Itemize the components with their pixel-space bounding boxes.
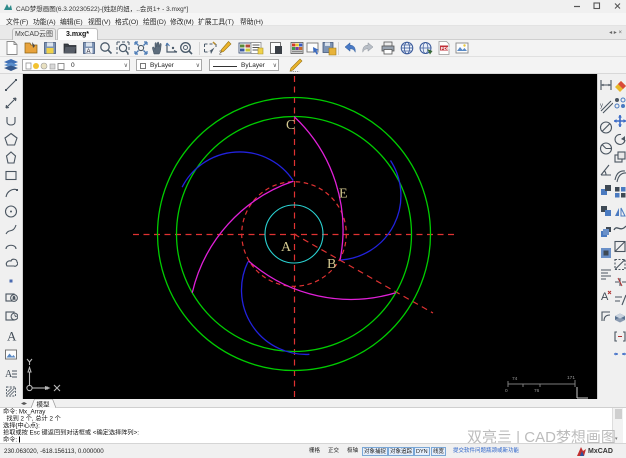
svg-text:A: A [87, 49, 91, 55]
svg-text:0: 0 [505, 388, 508, 394]
svg-text:PDF: PDF [441, 46, 450, 51]
svg-text:A: A [5, 369, 13, 380]
svg-text:74: 74 [512, 376, 518, 382]
svg-text:E: E [339, 187, 348, 202]
svg-text:B: B [327, 257, 336, 272]
svg-text:171: 171 [567, 375, 575, 381]
svg-text:76: 76 [534, 388, 540, 394]
svg-text:模型: 模型 [37, 400, 51, 409]
svg-text:y: y [600, 103, 603, 109]
svg-text:A: A [281, 240, 292, 255]
svg-text:C: C [286, 118, 295, 133]
svg-text:A: A [601, 291, 609, 303]
svg-text:2: 2 [219, 51, 222, 57]
svg-text:A: A [7, 329, 17, 344]
